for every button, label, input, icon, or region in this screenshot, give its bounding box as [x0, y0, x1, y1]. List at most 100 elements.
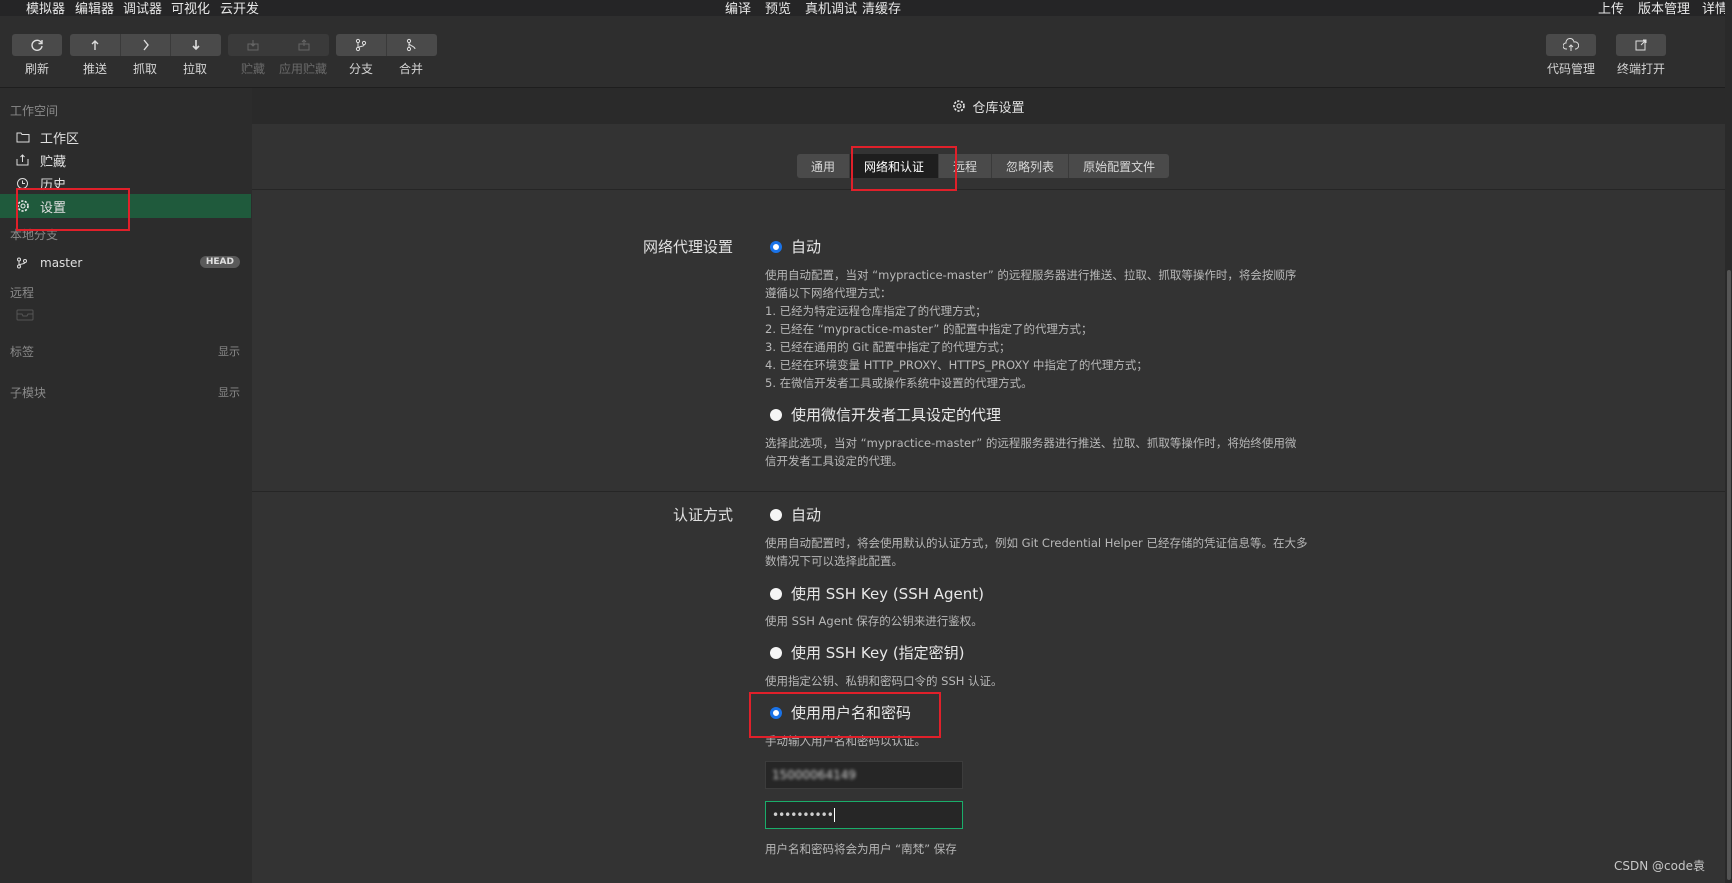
proxy-wechat-description: 选择此选项，当对 “mypractice-master” 的远程服务器进行推送、…	[765, 434, 1296, 470]
merge-icon	[406, 38, 416, 52]
watermark: CSDN @code袁	[1614, 859, 1705, 873]
desc-line: 遵循以下网络代理方式：	[765, 286, 892, 300]
pull-button[interactable]	[170, 34, 221, 56]
auth-section-label: 认证方式	[672, 506, 733, 524]
menu-compile[interactable]: 编译	[725, 0, 751, 17]
stash-button[interactable]	[228, 34, 278, 56]
remote-title: 远程	[10, 286, 35, 300]
option-label: 使用 SSH Key (SSH Agent)	[791, 585, 985, 603]
refresh-button[interactable]	[12, 34, 62, 56]
refresh-label: 刷新	[24, 62, 49, 76]
radio-unselected[interactable]	[770, 408, 782, 421]
menu-debugger[interactable]: 调试器	[123, 0, 162, 17]
pull-label: 拉取	[182, 62, 207, 76]
open-terminal-label: 终端打开	[1616, 62, 1665, 76]
desc-line: 数情况下可以选择此配置。	[765, 554, 903, 568]
submodule-title: 子模块	[10, 386, 47, 400]
desc-line: 5. 在微信开发者工具或操作系统中设置的代理方式。	[765, 376, 1033, 390]
tags-title: 标签	[10, 345, 35, 359]
refresh-icon	[31, 39, 43, 51]
password-input[interactable]: ••••••••••	[765, 801, 963, 829]
desc-line: 选择此选项，当对 “mypractice-master” 的远程服务器进行推送、…	[765, 436, 1297, 450]
proxy-auto-option[interactable]: 自动	[770, 236, 821, 257]
desc-line: 3. 已经在通用的 Git 配置中指定了的代理方式；	[765, 340, 1011, 354]
credentials-save-note: 用户名和密码将会为用户 “南梵” 保存	[765, 842, 957, 856]
workspace-title: 工作空间	[10, 104, 59, 118]
branch-name: master	[40, 256, 83, 270]
menu-clear-cache[interactable]: 清缓存	[862, 0, 901, 17]
auth-ssh-key-description: 使用指定公钥、私钥和密码口令的 SSH 认证。	[765, 674, 1003, 688]
tab-ignore-list[interactable]: 忽略列表	[992, 154, 1070, 178]
apply-stash-button[interactable]	[278, 34, 329, 56]
stash-icon	[247, 40, 259, 51]
password-value: ••••••••••	[772, 808, 834, 822]
menu-preview[interactable]: 预览	[765, 0, 791, 17]
radio-unselected[interactable]	[770, 508, 782, 521]
auth-auto-description: 使用自动配置时，将会使用默认的认证方式，例如 Git Credential He…	[765, 534, 1307, 570]
empty-remote-icon	[16, 308, 34, 322]
radio-selected[interactable]	[770, 240, 782, 253]
option-label: 自动	[791, 238, 822, 256]
branch-item-master[interactable]: master HEAD	[0, 251, 251, 275]
apply-stash-icon	[298, 39, 310, 51]
tags-show-toggle[interactable]: 显示	[218, 343, 240, 359]
fetch-label: 抓取	[132, 62, 157, 76]
proxy-wechat-option[interactable]: 使用微信开发者工具设定的代理	[770, 404, 1001, 425]
code-manage-button[interactable]	[1546, 34, 1596, 56]
option-label: 使用 SSH Key (指定密钥)	[791, 644, 965, 662]
desc-line: 1. 已经为特定远程仓库指定了的代理方式；	[765, 304, 987, 318]
highlight-settings	[16, 188, 130, 231]
section-divider	[252, 491, 1725, 492]
menu-upload[interactable]: 上传	[1598, 0, 1624, 17]
push-icon	[91, 40, 99, 50]
branch-button[interactable]	[336, 34, 386, 56]
radio-unselected[interactable]	[770, 587, 782, 600]
sidebar-item-label: 贮藏	[40, 154, 67, 170]
desc-line: 使用自动配置，当对 “mypractice-master” 的远程服务器进行推送…	[765, 268, 1297, 282]
username-value: 15000064149	[772, 768, 856, 782]
highlight-network-tab	[851, 146, 957, 191]
scrollbar-thumb[interactable]	[1727, 270, 1731, 880]
desc-line: 2. 已经在 “mypractice-master” 的配置中指定了的代理方式；	[765, 322, 1093, 336]
menu-simulator[interactable]: 模拟器	[26, 0, 65, 17]
push-label: 推送	[82, 62, 107, 76]
branch-label: 分支	[348, 62, 373, 76]
tab-general[interactable]: 通用	[797, 154, 851, 178]
auth-auto-option[interactable]: 自动	[770, 504, 821, 525]
auth-ssh-key-option[interactable]: 使用 SSH Key (指定密钥)	[770, 642, 965, 663]
option-label: 使用微信开发者工具设定的代理	[791, 406, 1002, 424]
username-input[interactable]: 15000064149	[765, 761, 963, 789]
main-panel: 仓库设置 通用 网络和认证 远程 忽略列表 原始配置文件 网络代理设置 自动 使…	[252, 88, 1725, 883]
menu-bar: 模拟器 编辑器 调试器 可视化 云开发 编译 预览 真机调试 清缓存 上传 版本…	[0, 0, 1732, 17]
menu-editor[interactable]: 编辑器	[75, 0, 114, 17]
radio-unselected[interactable]	[770, 646, 782, 659]
page-title: 仓库设置	[972, 100, 1025, 116]
submodule-show-toggle[interactable]: 显示	[218, 384, 240, 400]
stash-icon	[16, 154, 32, 166]
option-label: 自动	[791, 506, 822, 524]
menu-version[interactable]: 版本管理	[1638, 0, 1690, 17]
tab-raw-config[interactable]: 原始配置文件	[1069, 154, 1169, 178]
proxy-section-label: 网络代理设置	[642, 238, 733, 256]
pull-icon	[192, 40, 200, 51]
auth-ssh-agent-option[interactable]: 使用 SSH Key (SSH Agent)	[770, 583, 984, 604]
merge-label: 合并	[398, 62, 423, 76]
merge-button[interactable]	[386, 34, 437, 56]
open-terminal-button[interactable]	[1616, 34, 1666, 56]
sidebar-item-stash[interactable]: 贮藏	[0, 148, 251, 172]
head-badge: HEAD	[199, 256, 240, 268]
menu-remote-debug[interactable]: 真机调试	[805, 0, 857, 17]
sidebar-item-workspace[interactable]: 工作区	[0, 125, 251, 149]
fetch-button[interactable]	[120, 34, 171, 56]
apply-stash-label: 应用贮藏	[278, 62, 327, 76]
desc-line: 信开发者工具设定的代理。	[765, 454, 903, 468]
text-caret	[833, 808, 835, 822]
stash-label: 贮藏	[240, 62, 265, 76]
menu-visual[interactable]: 可视化	[171, 0, 210, 17]
cloud-upload-icon	[1563, 38, 1579, 51]
fetch-icon	[143, 39, 149, 51]
push-button[interactable]	[70, 34, 120, 56]
desc-line: 4. 已经在环境变量 HTTP_PROXY、HTTPS_PROXY 中指定了的代…	[765, 358, 1148, 372]
menu-cloud[interactable]: 云开发	[220, 0, 259, 17]
folder-icon	[16, 131, 32, 143]
